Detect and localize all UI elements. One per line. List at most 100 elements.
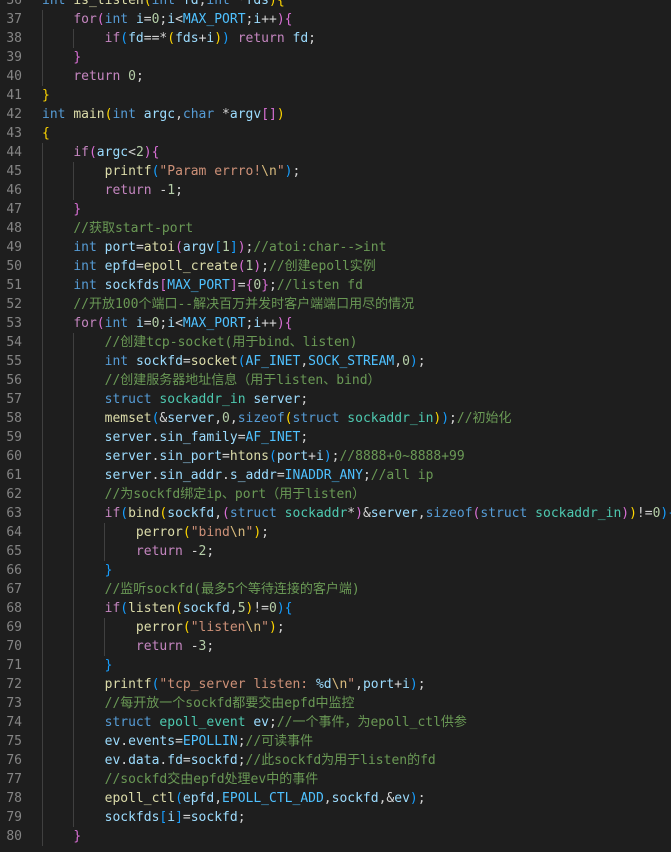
code-line[interactable]: 39 }	[0, 48, 671, 67]
code-token: is_listen	[73, 0, 144, 8]
code-token: argc	[143, 107, 176, 122]
code-line[interactable]: 43 {	[0, 124, 671, 143]
code-line[interactable]: 79 sockfds[i]=sockfd;	[0, 808, 671, 827]
line-number: 67	[6, 582, 22, 597]
code-line[interactable]: 48 //获取start-port	[0, 219, 671, 238]
code-line[interactable]: 70 return -3;	[0, 637, 671, 656]
code-line[interactable]: 36 int is_listen(int fd,int *fds){	[0, 0, 671, 10]
code-text: if(fd==*(fds+i)) return fd;	[42, 29, 316, 48]
line-number: 53	[6, 316, 22, 331]
code-token: EPOLLIN	[182, 734, 238, 749]
code-line[interactable]: 77 //sockfd交由epfd处理ev中的事件	[0, 770, 671, 789]
code-token: ;	[261, 259, 269, 274]
code-token: =	[175, 734, 183, 749]
code-line[interactable]: 59 server.sin_family=AF_INET;	[0, 428, 671, 447]
code-line[interactable]: 72 printf("tcp_server listen: %d\n",port…	[0, 675, 671, 694]
code-line[interactable]: 64 perror("bind\n");	[0, 523, 671, 542]
code-token: =	[135, 240, 144, 255]
code-token: server	[104, 449, 152, 464]
code-line[interactable]: 53 for(int i=0;i<MAX_PORT;i++){	[0, 314, 671, 333]
code-token: ;	[300, 392, 309, 407]
code-token: \n	[331, 677, 348, 692]
code-token: //监听sockfd(最多5个等待连接的客户端)	[104, 582, 360, 597]
code-token: ;	[237, 734, 246, 749]
code-token: \n	[261, 164, 277, 179]
code-line[interactable]: 78 epoll_ctl(epfd,EPOLL_CTL_ADD,sockfd,&…	[0, 789, 671, 808]
code-line[interactable]: 41}	[0, 86, 671, 105]
code-token: port	[276, 449, 309, 464]
code-line[interactable]: 38 if(fd==*(fds+i)) return fd;	[0, 29, 671, 48]
code-line[interactable]: 71 }	[0, 656, 671, 675]
code-line[interactable]: 73 //每开放一个sockfd都要交由epfd中监控	[0, 694, 671, 713]
code-text: //每开放一个sockfd都要交由epfd中监控	[42, 694, 355, 713]
code-token: sockfd	[331, 791, 379, 806]
code-line[interactable]: 54 //创建tcp-socket(用于bind、listen)	[0, 333, 671, 352]
code-line[interactable]: 80 }	[0, 827, 671, 846]
code-line[interactable]: 75 ev.events=EPOLLIN;//可读事件	[0, 732, 671, 751]
code-token: ]	[229, 278, 238, 293]
line-number: 61	[6, 468, 22, 483]
code-text: }	[42, 656, 113, 675]
code-line[interactable]: 37 for(int i=0;i<MAX_PORT;i++){	[0, 10, 671, 29]
code-text: printf("tcp_server listen: %d\n",port+i)…	[42, 675, 426, 694]
code-line[interactable]: 62 //为sockfd绑定ip、port（用于listen）	[0, 485, 671, 504]
code-token: (	[182, 620, 191, 635]
code-text: server.sin_port=htons(port+i);//8888+0~8…	[42, 447, 465, 466]
code-line[interactable]: 42 int main(int argc,char *argv[])	[0, 105, 671, 124]
code-line[interactable]: 55 int sockfd=socket(AF_INET,SOCK_STREAM…	[0, 352, 671, 371]
code-token: (	[120, 506, 129, 521]
code-token: i	[402, 677, 410, 692]
code-line[interactable]: 63 if(bind(sockfd,(struct sockaddr*)&ser…	[0, 504, 671, 523]
code-token: ev	[104, 734, 121, 749]
code-line[interactable]: 50 int epfd=epoll_create(1);//创建epoll实例	[0, 257, 671, 276]
code-line[interactable]: 56 //创建服务器地址信息（用于listen、bind）	[0, 371, 671, 390]
code-token: //初始化	[456, 411, 512, 426]
code-line[interactable]: 49 int port=atoi(argv[1]);//atoi:char-->…	[0, 238, 671, 257]
code-token: ,	[417, 506, 426, 521]
code-text: int is_listen(int fd,int *fds){	[42, 0, 285, 10]
code-line[interactable]: 68 if(listen(sockfd,5)!=0){	[0, 599, 671, 618]
code-line[interactable]: 61 server.sin_addr.s_addr=INADDR_ANY;//a…	[0, 466, 671, 485]
code-line[interactable]: 52 //开放100个端口--解决百万并发时客户端端口用尽的情况	[0, 295, 671, 314]
code-line[interactable]: 45 printf("Param errro!\n");	[0, 162, 671, 181]
code-line[interactable]: 76 ev.data.fd=sockfd;//此sockfd为用于listen的…	[0, 751, 671, 770]
code-text: memset(&server,0,sizeof(struct sockaddr_…	[42, 409, 512, 428]
code-line[interactable]: 58 memset(&server,0,sizeof(struct sockad…	[0, 409, 671, 428]
code-token: (	[143, 0, 152, 8]
code-line[interactable]: 40 return 0;	[0, 67, 671, 86]
code-token: struct	[104, 392, 152, 407]
line-number: 65	[6, 544, 22, 559]
code-line[interactable]: 47 }	[0, 200, 671, 219]
code-line[interactable]: 65 return -2;	[0, 542, 671, 561]
code-line[interactable]: 44 if(argc<2){	[0, 143, 671, 162]
code-token: fd	[128, 31, 144, 46]
code-token: (	[175, 791, 183, 806]
code-token: 5	[237, 601, 246, 616]
code-line[interactable]: 60 server.sin_port=htons(port+i);//8888+…	[0, 447, 671, 466]
code-line[interactable]: 51 int sockfds[MAX_PORT]={0};//listen fd	[0, 276, 671, 295]
code-token: epfd	[182, 791, 215, 806]
line-number: 68	[6, 601, 22, 616]
code-token: ++	[261, 12, 277, 27]
code-line[interactable]: 66 }	[0, 561, 671, 580]
code-token: )	[143, 145, 152, 160]
code-editor[interactable]: 36 int is_listen(int fd,int *fds){37 for(…	[0, 0, 671, 846]
code-token: //atoi:char-->int	[253, 240, 387, 255]
code-token: port	[362, 677, 395, 692]
code-line[interactable]: 46 return -1;	[0, 181, 671, 200]
code-token: ]	[229, 240, 238, 255]
code-text: int main(int argc,char *argv[])	[42, 105, 285, 124]
code-line[interactable]: 74 struct epoll_event ev;//一个事件，为epoll_c…	[0, 713, 671, 732]
code-line[interactable]: 67 //监听sockfd(最多5个等待连接的客户端)	[0, 580, 671, 599]
code-line[interactable]: 57 struct sockaddr_in server;	[0, 390, 671, 409]
code-line[interactable]: 69 perror("listen\n");	[0, 618, 671, 637]
code-token: ,	[175, 107, 183, 122]
